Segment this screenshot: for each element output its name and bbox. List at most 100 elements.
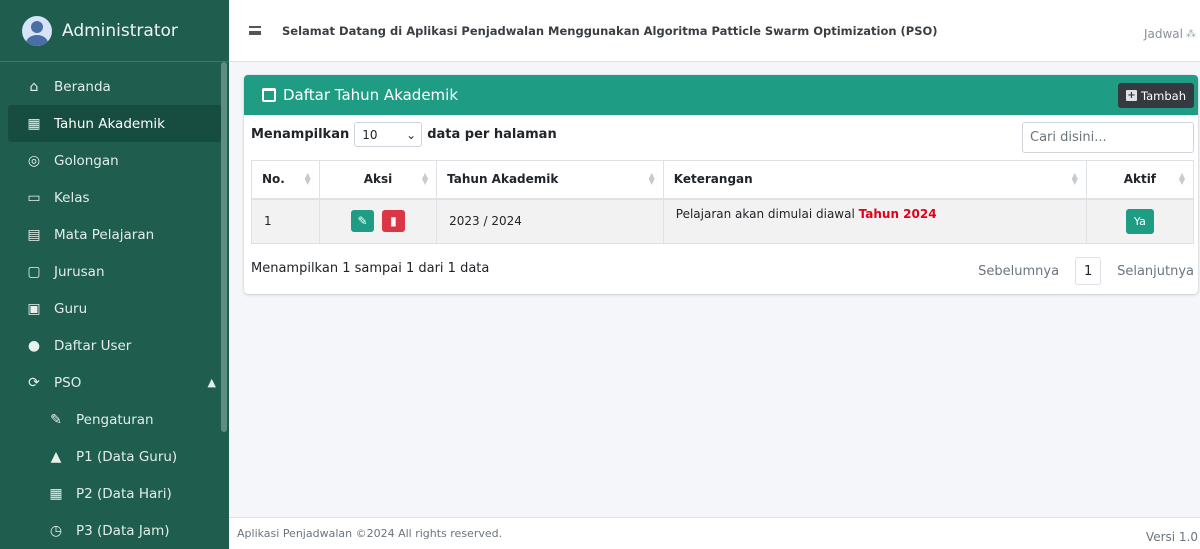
calendar-icon <box>262 88 276 102</box>
keterangan-text: Pelajaran akan dimulai diawal <box>675 206 859 221</box>
show-suffix: data per halaman <box>427 127 557 142</box>
cell-aksi: ✎ ▮ <box>318 198 438 244</box>
sidebar-item-label: Kelas <box>54 189 90 206</box>
cell-no: 1 <box>251 198 320 244</box>
sidebar-item-label: Guru <box>54 300 88 317</box>
sidebar-item-guru[interactable]: ▣ Guru <box>8 290 222 327</box>
sidebar-subitem-p3[interactable]: ◷ P3 (Data Jam) <box>8 512 222 549</box>
page-length-select[interactable]: 10 ⌄ <box>354 122 423 147</box>
sidebar-item-label: P1 (Data Guru) <box>76 448 178 465</box>
cell-tahun-akademik: 2023 / 2024 <box>436 198 664 244</box>
delete-button[interactable]: ▮ <box>381 210 405 233</box>
trash-icon: ▮ <box>390 214 397 229</box>
wrench-icon: ✎ <box>50 411 62 428</box>
table-info: Menampilkan 1 sampai 1 dari 1 data <box>251 261 490 276</box>
schedule-link[interactable]: Jadwal ⁂ <box>1144 27 1196 41</box>
user-name: Administrator <box>62 20 178 41</box>
sidebar: Administrator ⌂ Beranda ▦ Tahun Akademik… <box>0 0 229 549</box>
academic-year-card: Daftar Tahun Akademik + Tambah Menampilk… <box>244 75 1198 294</box>
edit-button[interactable]: ✎ <box>351 210 375 233</box>
sidebar-item-golongan[interactable]: ◎ Golongan <box>8 142 222 179</box>
page-number-button[interactable]: 1 <box>1075 257 1102 285</box>
calendar-days-icon: ▦ <box>49 485 63 502</box>
add-button[interactable]: + Tambah <box>1117 83 1194 108</box>
col-header-aksi[interactable]: Aksi ▲ ▼ <box>318 160 438 200</box>
sidebar-item-label: Beranda <box>54 78 111 95</box>
chalkboard-teacher-icon: ▢ <box>27 263 41 280</box>
card-title: Daftar Tahun Akademik <box>283 86 459 104</box>
sidebar-item-label: P2 (Data Hari) <box>76 485 172 502</box>
sidebar-item-label: Mata Pelajaran <box>54 226 155 243</box>
sidebar-item-label: Daftar User <box>54 337 132 354</box>
teacher-icon: ▣ <box>27 300 41 317</box>
sidebar-item-label: P3 (Data Jam) <box>76 522 170 539</box>
col-header-aktif[interactable]: Aktif ▲ ▼ <box>1085 160 1195 200</box>
clock-icon: ◷ <box>49 522 63 539</box>
user-icon: ▲ <box>50 448 62 465</box>
footer: Aplikasi Penjadwalan ©2024 All rights re… <box>229 517 1200 549</box>
footer-copyright: Aplikasi Penjadwalan ©2024 All rights re… <box>237 527 503 540</box>
sort-icon: ▲ ▼ <box>304 171 311 186</box>
sidebar-nav: ⌂ Beranda ▦ Tahun Akademik ◎ Golongan ▭ … <box>0 62 229 549</box>
home-icon: ⌂ <box>29 78 39 95</box>
plus-icon: + <box>1125 90 1137 101</box>
avatar-icon <box>22 15 52 46</box>
sort-icon: ▲ ▼ <box>421 171 429 186</box>
next-page-button[interactable]: Selanjutnya <box>1117 264 1194 279</box>
show-prefix: Menampilkan <box>251 127 350 142</box>
prev-page-button[interactable]: Sebelumnya <box>978 264 1059 279</box>
user-panel[interactable]: Administrator <box>0 0 229 62</box>
chevron-down-icon: ⌄ <box>406 127 417 142</box>
sidebar-item-label: Jurusan <box>54 263 105 280</box>
edit-icon: ✎ <box>357 214 368 229</box>
sync-icon: ⟳ <box>28 374 40 391</box>
schedule-label: Jadwal <box>1143 27 1183 41</box>
col-header-keterangan[interactable]: Keterangan ▲ ▼ <box>662 160 1087 200</box>
table-length-control: Menampilkan 10 ⌄ data per halaman <box>251 122 557 147</box>
search-placeholder: Cari disini... <box>1030 130 1107 145</box>
sidebar-item-label: Tahun Akademik <box>54 115 165 132</box>
cell-aktif: Ya <box>1085 198 1195 244</box>
topbar: Selamat Datang di Aplikasi Penjadwalan M… <box>229 0 1200 62</box>
cell-keterangan: Pelajaran akan dimulai diawal Tahun 2024 <box>662 198 1087 244</box>
sidebar-subitem-p1[interactable]: ▲ P1 (Data Guru) <box>8 438 222 475</box>
book-icon: ▤ <box>27 226 41 243</box>
table-header-row: No. ▲ ▼ Aksi ▲ ▼ Tahun Akademik ▲ ▼ Keterangan… <box>251 160 1195 200</box>
menu-toggle-icon[interactable] <box>249 26 261 35</box>
page-length-value: 10 <box>362 127 378 142</box>
sidebar-item-kelas[interactable]: ▭ Kelas <box>8 179 222 216</box>
sidebar-scrollbar[interactable] <box>221 62 227 432</box>
sidebar-item-mata-pelajaran[interactable]: ▤ Mata Pelajaran <box>8 216 222 253</box>
class-icon: ▭ <box>27 189 41 206</box>
search-input[interactable]: Cari disini... <box>1022 122 1194 153</box>
add-button-label: Tambah <box>1140 88 1186 103</box>
sort-icon: ▲ ▼ <box>1071 171 1078 186</box>
network-icon: ⁂ <box>1186 28 1196 40</box>
col-header-no[interactable]: No. ▲ ▼ <box>251 160 320 200</box>
group-icon: ◎ <box>27 152 41 169</box>
col-header-tahun-akademik[interactable]: Tahun Akademik ▲ ▼ <box>436 160 664 200</box>
footer-version: Versi 1.0 <box>1145 530 1198 544</box>
sidebar-item-label: PSO <box>54 374 82 391</box>
chevron-up-icon: ▲ <box>207 376 216 389</box>
sidebar-subitem-p2[interactable]: ▦ P2 (Data Hari) <box>8 475 222 512</box>
sidebar-item-daftar-user[interactable]: ● Daftar User <box>8 327 222 364</box>
sort-icon: ▲ ▼ <box>1178 171 1185 186</box>
sidebar-item-label: Golongan <box>54 152 119 169</box>
keterangan-highlight: Tahun 2024 <box>858 206 937 221</box>
pagination: Sebelumnya 1 Selanjutnya <box>978 257 1194 285</box>
academic-year-table: No. ▲ ▼ Aksi ▲ ▼ Tahun Akademik ▲ ▼ Keterangan… <box>251 160 1195 244</box>
welcome-text: Selamat Datang di Aplikasi Penjadwalan M… <box>282 23 938 38</box>
sidebar-item-label: Pengaturan <box>76 411 154 428</box>
sidebar-item-pso[interactable]: ⟳ PSO ▲ <box>8 364 222 401</box>
calendar-icon: ▦ <box>27 115 41 132</box>
sort-icon: ▲ ▼ <box>648 171 655 186</box>
sidebar-subitem-pengaturan[interactable]: ✎ Pengaturan <box>8 401 222 438</box>
card-header: Daftar Tahun Akademik + Tambah <box>244 75 1198 115</box>
sidebar-item-jurusan[interactable]: ▢ Jurusan <box>8 253 222 290</box>
sidebar-item-tahun-akademik[interactable]: ▦ Tahun Akademik <box>8 105 222 142</box>
table-row: 1 ✎ ▮ 2023 / 2024 Pelajaran akan dimulai… <box>251 198 1195 244</box>
users-icon: ● <box>27 337 41 354</box>
sidebar-item-beranda[interactable]: ⌂ Beranda <box>8 68 222 105</box>
active-status-button[interactable]: Ya <box>1125 208 1154 234</box>
